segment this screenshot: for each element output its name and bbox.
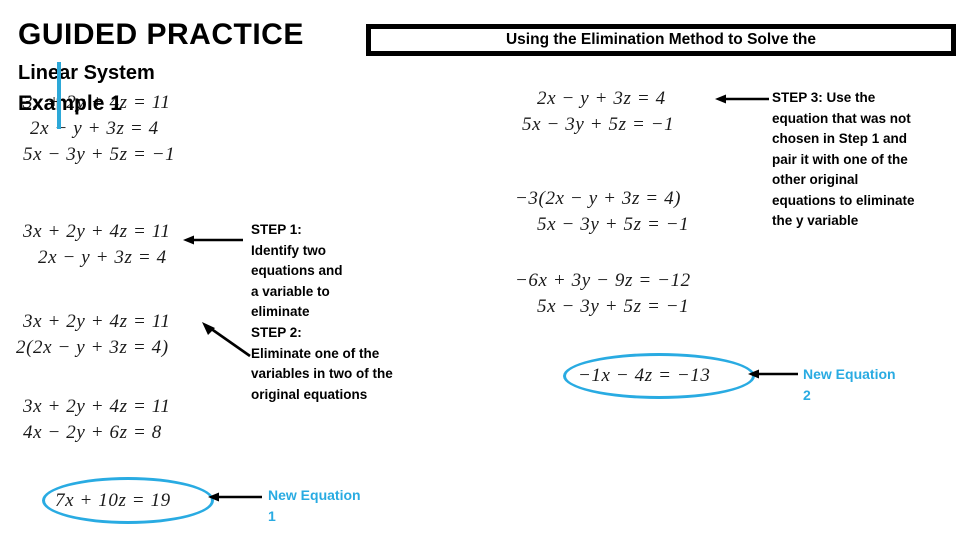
text-cursor-caret (57, 62, 61, 129)
example-label: Example 1 (18, 92, 122, 115)
title-banner-box: Using the Elimination Method to Solve th… (366, 24, 956, 56)
step2-text-block: STEP 2: Eliminate one of the variables i… (251, 323, 401, 405)
step2-heading: STEP 2: (251, 325, 302, 340)
equation-block-step3-result: −6x + 3y − 9z = −12 5x − 3y + 5z = −1 (515, 268, 691, 320)
step3-text-block: STEP 3: Use the equation that was not ch… (772, 90, 915, 228)
equation-line: 2x − y + 3z = 4 (537, 88, 666, 109)
step2-body: Eliminate one of the variables in two of… (251, 345, 393, 402)
equation-new-equation-2: −1x − 4z = −13 (578, 363, 711, 389)
label-new-equation-1: New Equation 1 (268, 485, 398, 527)
label-new-equation-2-line2: 2 (803, 387, 811, 403)
arrow-left-to-step1-pair (183, 234, 245, 246)
title-banner-text: Using the Elimination Method to Solve th… (505, 31, 816, 48)
equation-line: 4x − 2y + 6z = 8 (23, 422, 162, 443)
page-title: GUIDED PRACTICE (18, 18, 304, 51)
equation-block-step2-result: 3x + 2y + 4z = 11 4x − 2y + 6z = 8 (16, 394, 171, 446)
equation-line: −6x + 3y − 9z = −12 (515, 270, 691, 291)
slide-canvas: GUIDED PRACTICE Linear System Example 1 … (0, 0, 960, 540)
arrow-diagonal-to-step2-multiply (198, 318, 254, 360)
step1-text-block: STEP 1: Identify two equations and a var… (251, 220, 343, 323)
label-new-equation-2: New Equation 2 (803, 364, 938, 406)
equation-line: 3x + 2y + 4z = 11 (23, 311, 171, 332)
equation-line: 5x − 3y + 5z = −1 (522, 114, 675, 135)
step1-heading: STEP 1: (251, 222, 302, 237)
equation-block-step1-pair: 3x + 2y + 4z = 11 2x − y + 3z = 4 (16, 219, 171, 271)
equation-line: 5x − 3y + 5z = −1 (537, 296, 690, 317)
equation-line: 5x − 3y + 5z = −1 (23, 144, 176, 165)
equation-block-step3-pair: 2x − y + 3z = 4 5x − 3y + 5z = −1 (515, 86, 674, 138)
equation-new-equation-1: 7x + 10z = 19 (55, 488, 171, 514)
label-new-equation-1-line2: 1 (268, 508, 276, 524)
subtitle-linear-system: Linear System (18, 62, 155, 84)
arrow-left-to-step3-pair (715, 93, 771, 105)
arrow-left-to-new-equation-2 (748, 368, 800, 380)
equation-block-step2-multiply: 3x + 2y + 4z = 11 2(2x − y + 3z = 4) (16, 309, 171, 361)
equation-line: 2(2x − y + 3z = 4) (16, 337, 169, 358)
equation-line: 2x − y + 3z = 4 (30, 118, 159, 139)
equation-line: 2x − y + 3z = 4 (38, 247, 167, 268)
step1-body: Identify two equations and a variable to… (251, 242, 343, 320)
equation-line: −1x − 4z = −13 (578, 365, 711, 386)
equation-block-step3-multiply: −3(2x − y + 3z = 4) 5x − 3y + 5z = −1 (515, 186, 689, 238)
label-new-equation-1-line1: New Equation (268, 487, 361, 503)
arrow-left-to-new-equation-1 (208, 491, 264, 503)
equation-line: 3x + 2y + 4z = 11 (23, 396, 171, 417)
equation-line: 7x + 10z = 19 (55, 490, 171, 511)
equation-line: 5x − 3y + 5z = −1 (537, 214, 690, 235)
equation-line: −3(2x − y + 3z = 4) (515, 188, 682, 209)
equation-line: 3x + 2y + 4z = 11 (23, 221, 171, 242)
label-new-equation-2-line1: New Equation (803, 366, 896, 382)
